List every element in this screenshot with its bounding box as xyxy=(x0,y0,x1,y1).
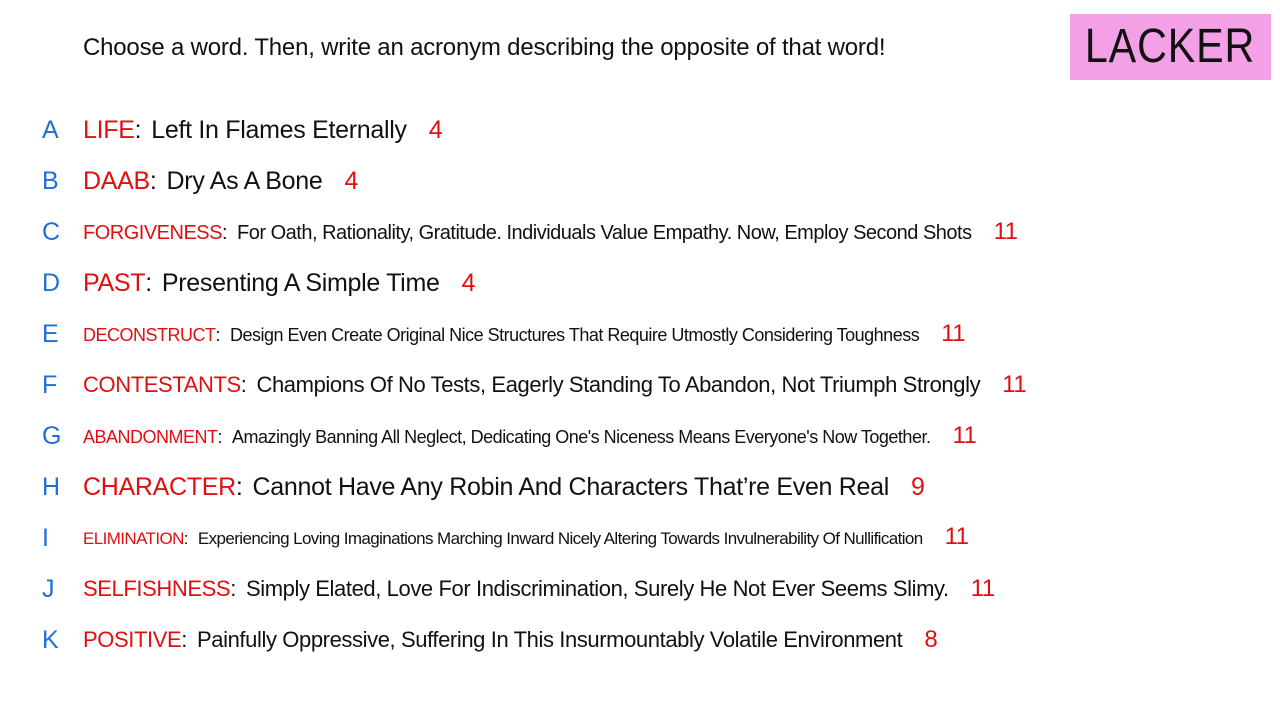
entry-line: DAAB: Dry As A Bone 4 xyxy=(83,158,358,204)
entry-colon: : xyxy=(235,473,243,501)
entry-count: 11 xyxy=(941,319,966,347)
entry-count: 11 xyxy=(952,421,977,449)
entry-row: K POSITIVE: Painfully Oppressive, Sufferi… xyxy=(0,617,1280,663)
entry-colon: : xyxy=(240,372,247,397)
entry-row: G ABANDONMENT: Amazingly Banning All Negl… xyxy=(0,413,1280,459)
badge-label: LACKER xyxy=(1085,20,1256,73)
entry-line: FORGIVENESS: For Oath, Rationality, Grati… xyxy=(83,209,1018,256)
entry-row: J SELFISHNESS: Simply Elated, Love For In… xyxy=(0,566,1280,612)
prompt-text: Choose a word. Then, write an acronym de… xyxy=(83,34,886,61)
entry-word: DECONSTRUCT xyxy=(83,324,216,345)
entry-letter: J xyxy=(42,575,55,603)
entry-letter: B xyxy=(42,167,59,195)
entry-colon: : xyxy=(215,324,221,345)
entry-line: CONTESTANTS: Champions Of No Tests, Eager… xyxy=(83,362,1027,408)
entry-acronym: Left In Flames Eternally xyxy=(151,116,407,144)
entry-line: ELIMINATION: Experiencing Loving Imaginat… xyxy=(83,514,969,562)
entry-letter: C xyxy=(42,218,60,246)
entry-letter: A xyxy=(42,116,59,144)
entry-acronym: Champions Of No Tests, Eagerly Standing … xyxy=(256,372,981,397)
entry-colon: : xyxy=(230,576,236,601)
entry-word: SELFISHNESS xyxy=(83,576,231,601)
entry-acronym: Simply Elated, Love For Indiscrimination… xyxy=(245,576,949,601)
entry-count: 9 xyxy=(911,473,925,501)
entry-acronym: Design Even Create Original Nice Structu… xyxy=(230,324,920,345)
entry-count: 4 xyxy=(344,167,359,195)
entry-count: 4 xyxy=(461,269,476,297)
entry-colon: : xyxy=(217,426,223,447)
entry-letter: D xyxy=(42,269,60,297)
entry-count: 8 xyxy=(924,626,938,653)
entry-letter: G xyxy=(42,422,61,450)
entry-row: E DECONSTRUCT: Design Even Create Origina… xyxy=(0,311,1280,357)
entry-count: 11 xyxy=(944,523,969,550)
entry-count: 11 xyxy=(993,217,1018,245)
entry-line: CHARACTER: Cannot Have Any Robin And Char… xyxy=(83,464,925,510)
entry-row: I ELIMINATION: Experiencing Loving Imagin… xyxy=(0,515,1280,561)
entry-line: SELFISHNESS: Simply Elated, Love For Indi… xyxy=(83,566,995,612)
entry-row: C FORGIVENESS: For Oath, Rationality, Gra… xyxy=(0,209,1280,255)
entry-colon: : xyxy=(145,269,152,297)
entry-row: B DAAB: Dry As A Bone 4 xyxy=(0,158,1280,204)
entry-letter: I xyxy=(42,524,49,552)
entry-word: CHARACTER xyxy=(83,473,236,501)
entry-count: 11 xyxy=(970,575,996,602)
entry-line: LIFE: Left In Flames Eternally 4 xyxy=(83,107,443,153)
entry-word: PAST xyxy=(83,269,146,297)
lacker-badge: LACKER xyxy=(1070,14,1271,80)
entry-acronym: Dry As A Bone xyxy=(166,167,323,195)
entry-line: ABANDONMENT: Amazingly Banning All Neglec… xyxy=(83,413,977,460)
entry-word: ABANDONMENT xyxy=(83,426,218,447)
entry-colon: : xyxy=(221,221,228,244)
entry-letter: K xyxy=(42,626,59,654)
entry-word: ELIMINATION xyxy=(83,529,184,548)
entry-colon: : xyxy=(183,529,189,548)
entry-colon: : xyxy=(149,167,157,195)
entry-letter: F xyxy=(42,371,57,399)
entry-acronym: Cannot Have Any Robin And Characters Tha… xyxy=(252,473,890,501)
entry-word: CONTESTANTS xyxy=(83,372,241,397)
entry-row: H CHARACTER: Cannot Have Any Robin And Ch… xyxy=(0,464,1280,510)
entry-row: F CONTESTANTS: Champions Of No Tests, Eag… xyxy=(0,362,1280,408)
entry-colon: : xyxy=(181,627,187,652)
entry-acronym: Presenting A Simple Time xyxy=(161,269,440,297)
entry-row: A LIFE: Left In Flames Eternally 4 xyxy=(0,107,1280,153)
entry-row: D PAST: Presenting A Simple Time 4 xyxy=(0,260,1280,306)
entry-acronym: For Oath, Rationality, Gratitude. Indivi… xyxy=(237,221,972,244)
entry-line: POSITIVE: Painfully Oppressive, Suffering… xyxy=(83,617,938,663)
entry-letter: E xyxy=(42,320,59,348)
entry-word: FORGIVENESS xyxy=(83,221,222,244)
entry-word: DAAB xyxy=(83,167,150,195)
entry-acronym: Amazingly Banning All Neglect, Dedicatin… xyxy=(232,426,931,447)
entry-colon: : xyxy=(134,116,142,144)
entry-count: 4 xyxy=(428,116,443,144)
entry-line: PAST: Presenting A Simple Time 4 xyxy=(83,260,475,306)
entry-word: LIFE xyxy=(83,116,135,144)
entry-acronym: Painfully Oppressive, Suffering In This … xyxy=(197,627,903,652)
entry-acronym: Experiencing Loving Imaginations Marchin… xyxy=(197,529,923,548)
entry-line: DECONSTRUCT: Design Even Create Original … xyxy=(83,311,966,358)
entry-letter: H xyxy=(42,473,60,501)
entry-count: 11 xyxy=(1002,371,1027,398)
entry-word: POSITIVE xyxy=(83,627,182,652)
